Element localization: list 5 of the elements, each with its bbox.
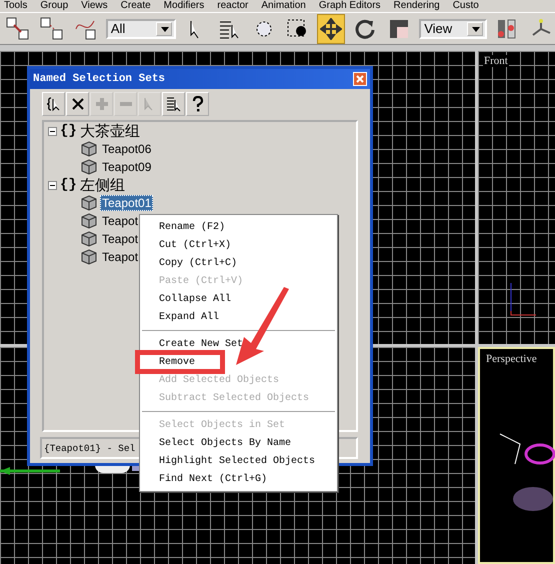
viewport-label: Front	[483, 55, 509, 67]
window-title: Named Selection Sets	[33, 73, 166, 85]
set-icon: {}	[60, 177, 77, 193]
viewport-label: Perspective	[485, 353, 538, 365]
set-icon: {}	[60, 123, 77, 139]
